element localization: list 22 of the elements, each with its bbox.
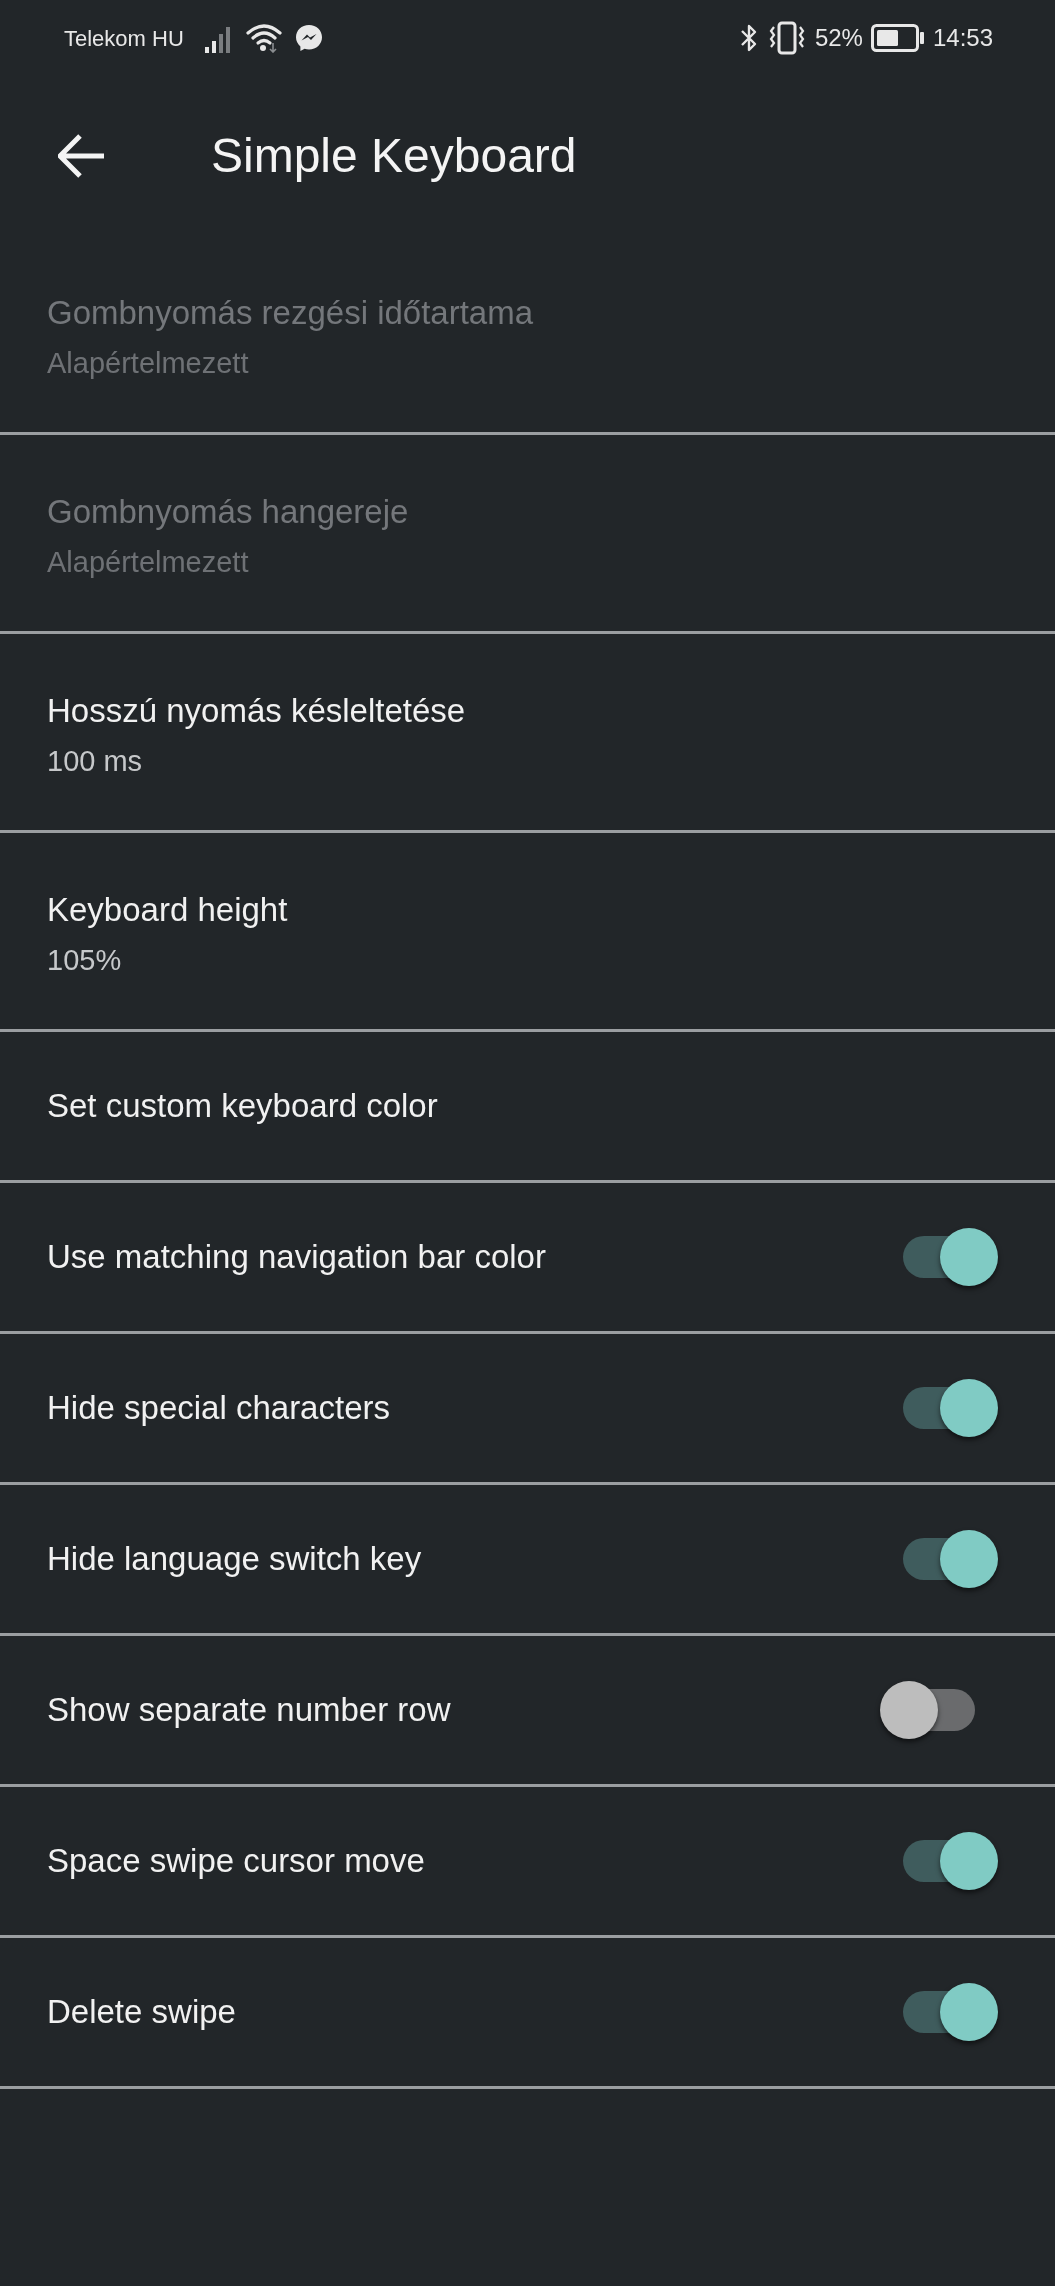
setting-title[interactable]: Hosszú nyomás késleltetése bbox=[47, 691, 466, 731]
clock-time: 14:53 bbox=[932, 23, 993, 53]
setting-title[interactable]: Hide language switch key bbox=[47, 1539, 422, 1579]
setting-title[interactable]: Space swipe cursor move bbox=[47, 1841, 425, 1881]
back-arrow-icon[interactable] bbox=[58, 134, 106, 178]
setting-value: 100 ms bbox=[47, 744, 143, 779]
setting-title[interactable]: Hide special characters bbox=[47, 1388, 390, 1428]
carrier-name: Telekom HU bbox=[64, 24, 184, 53]
setting-value: Alapértelmezett bbox=[47, 346, 249, 381]
bluetooth-icon bbox=[738, 22, 759, 54]
app-bar-title: Simple Keyboard bbox=[211, 128, 577, 184]
wifi-icon bbox=[245, 23, 282, 53]
battery-icon bbox=[870, 24, 925, 52]
setting-title[interactable]: Delete swipe bbox=[47, 1992, 236, 2032]
setting-title[interactable]: Keyboard height bbox=[47, 890, 288, 930]
setting-title[interactable]: Show separate number row bbox=[47, 1690, 451, 1730]
setting-title[interactable]: Set custom keyboard color bbox=[47, 1086, 438, 1126]
setting-value: Alapértelmezett bbox=[47, 545, 249, 580]
setting-title[interactable]: Use matching navigation bar color bbox=[47, 1237, 546, 1277]
chat-bubble-icon bbox=[293, 23, 324, 53]
setting-value: 105% bbox=[47, 943, 122, 978]
battery-percent: 52% bbox=[814, 23, 863, 53]
